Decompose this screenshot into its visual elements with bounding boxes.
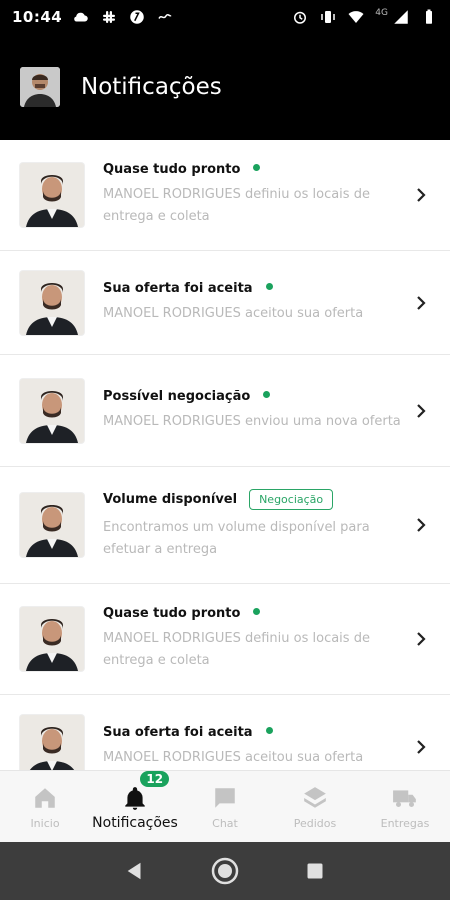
home-icon (30, 783, 60, 813)
bottom-navigation: Inicio 12 Notificações Chat Pedidos Entr… (0, 770, 450, 842)
nav-label: Notificações (92, 814, 178, 831)
page-title: Notificações (81, 74, 222, 100)
notification-item[interactable]: Sua oferta foi aceita MANOEL RODRIGUES a… (0, 695, 450, 770)
battery-icon (420, 8, 438, 26)
system-navigation-bar (0, 842, 450, 900)
notification-description: MANOEL RODRIGUES aceitou sua oferta (103, 305, 364, 321)
status-left: 10:44 (12, 8, 174, 26)
vibrate-icon (319, 8, 337, 26)
status-badge: Negociação (249, 489, 334, 510)
status-bar: 10:44 4G (0, 0, 450, 34)
notification-content: Sua oferta foi aceita MANOEL RODRIGUES a… (103, 725, 412, 769)
notification-content: Quase tudo pronto MANOEL RODRIGUES defin… (103, 162, 412, 228)
notification-title: Sua oferta foi aceita (103, 280, 253, 296)
wifi-icon (347, 8, 365, 26)
truck-icon (390, 783, 420, 813)
notification-content: Volume disponível Negociação Encontramos… (103, 489, 412, 561)
nav-item-entregas[interactable]: Entregas (360, 771, 450, 842)
notification-avatar (20, 270, 84, 335)
nav-item-inicio[interactable]: Inicio (0, 771, 90, 842)
notification-avatar (20, 607, 84, 671)
status-right: 4G (291, 8, 438, 26)
notification-title: Sua oferta foi aceita (103, 724, 253, 740)
notification-item[interactable]: Quase tudo pronto MANOEL RODRIGUES defin… (0, 584, 450, 695)
slack-icon (100, 8, 118, 26)
notification-item[interactable]: Quase tudo pronto MANOEL RODRIGUES defin… (0, 140, 450, 251)
notification-description: MANOEL RODRIGUES definiu os locais de en… (103, 187, 370, 224)
chat-icon (210, 783, 240, 813)
notification-list: Quase tudo pronto MANOEL RODRIGUES defin… (0, 140, 450, 770)
notification-count-badge: 12 (140, 771, 170, 787)
chevron-right-icon (412, 187, 430, 203)
nav-item-chat[interactable]: Chat (180, 771, 270, 842)
signal-icon (392, 8, 410, 26)
chevron-right-icon (412, 631, 430, 647)
notification-avatar (20, 163, 84, 227)
notification-description: MANOEL RODRIGUES enviou uma nova oferta (103, 413, 401, 429)
chevron-right-icon (412, 295, 430, 311)
notification-avatar (20, 714, 84, 770)
notification-title: Volume disponível (103, 492, 238, 507)
notification-title: Quase tudo pronto (103, 162, 241, 177)
brand-icon (156, 8, 174, 26)
chevron-right-icon (412, 517, 430, 533)
notification-item[interactable]: Volume disponível Negociação Encontramos… (0, 467, 450, 584)
notification-title: Quase tudo pronto (103, 606, 241, 621)
notification-content: Sua oferta foi aceita MANOEL RODRIGUES a… (103, 281, 412, 325)
nav-label: Pedidos (293, 817, 337, 830)
notification-item[interactable]: Possível negociação MANOEL RODRIGUES env… (0, 355, 450, 467)
nav-label: Entregas (380, 817, 430, 830)
home-button-icon[interactable] (210, 856, 240, 886)
notification-title: Possível negociação (103, 388, 251, 404)
nav-label: Inicio (30, 817, 60, 830)
notification-description: MANOEL RODRIGUES definiu os locais de en… (103, 631, 370, 668)
nav-label: Chat (212, 817, 238, 830)
notification-description: Encontramos um volume disponível para ef… (103, 520, 370, 557)
nav-item-pedidos[interactable]: Pedidos (270, 771, 360, 842)
alarm-icon (291, 8, 309, 26)
layers-icon (300, 783, 330, 813)
unread-dot (253, 608, 261, 615)
cloud-icon (72, 8, 90, 26)
back-icon[interactable] (120, 856, 150, 886)
notification-description: MANOEL RODRIGUES aceitou sua oferta (103, 749, 364, 765)
notification-avatar (20, 493, 84, 557)
unread-dot (265, 726, 273, 734)
user-avatar[interactable] (20, 67, 60, 107)
chevron-right-icon (412, 403, 430, 419)
unread-dot (263, 390, 271, 398)
app-bar: Notificações (0, 34, 450, 140)
unread-dot (253, 164, 261, 171)
nav-item-notificacoes[interactable]: 12 Notificações (90, 771, 180, 842)
notification-avatar (20, 378, 84, 443)
unread-dot (265, 282, 273, 290)
notification-content: Quase tudo pronto MANOEL RODRIGUES defin… (103, 606, 412, 672)
chevron-right-icon (412, 739, 430, 755)
notification-content: Possível negociação MANOEL RODRIGUES env… (103, 389, 412, 433)
bell-icon (120, 783, 150, 813)
app-logo-icon (128, 8, 146, 26)
network-label: 4G (375, 8, 388, 18)
notification-item[interactable]: Sua oferta foi aceita MANOEL RODRIGUES a… (0, 251, 450, 355)
status-time: 10:44 (12, 8, 63, 26)
recents-icon[interactable] (300, 856, 330, 886)
